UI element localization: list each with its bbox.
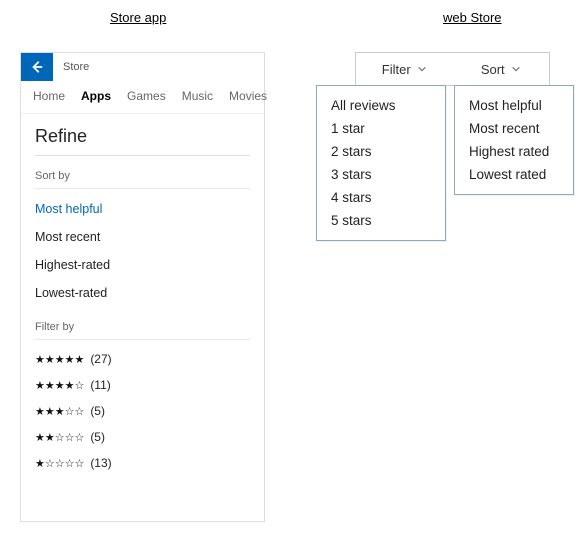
star-icon: ★★★☆☆ (35, 405, 84, 418)
filter-count: (11) (90, 378, 110, 392)
titlebar: Store (21, 53, 264, 81)
filter-menu-item[interactable]: All reviews (317, 94, 445, 117)
filter-menu-item[interactable]: 1 star (317, 117, 445, 140)
filter-option-4-star[interactable]: ★★★★☆ (11) (35, 372, 250, 398)
filter-by-label: Filter by (35, 321, 250, 340)
nav-tabs: Home Apps Games Music Movies (21, 81, 264, 114)
filter-button-label: Filter (382, 62, 411, 77)
filter-count: (27) (90, 352, 111, 366)
filter-option-3-star[interactable]: ★★★☆☆ (5) (35, 398, 250, 424)
sort-option[interactable]: Highest-rated (35, 251, 250, 279)
tab-home[interactable]: Home (33, 89, 65, 103)
sort-by-label: Sort by (35, 170, 250, 189)
star-icon: ★★★★☆ (35, 379, 84, 392)
filter-option-1-star[interactable]: ★☆☆☆☆ (13) (35, 450, 250, 476)
star-icon: ★★★★★ (35, 353, 84, 366)
filter-menu-item[interactable]: 3 stars (317, 163, 445, 186)
sort-dropdown: Most helpfulMost recentHighest ratedLowe… (454, 85, 574, 195)
filter-button[interactable]: Filter (356, 53, 453, 85)
back-arrow-icon (30, 60, 44, 74)
tab-games[interactable]: Games (127, 89, 166, 103)
tab-music[interactable]: Music (182, 89, 213, 103)
filter-count: (5) (90, 404, 105, 418)
sort-menu-item[interactable]: Most recent (455, 117, 573, 140)
filter-menu-item[interactable]: 4 stars (317, 186, 445, 209)
filter-count: (5) (90, 430, 105, 444)
sort-menu-item[interactable]: Highest rated (455, 140, 573, 163)
chevron-down-icon (511, 64, 521, 74)
tab-movies[interactable]: Movies (229, 89, 267, 103)
refine-title: Refine (35, 126, 250, 156)
store-app-panel: Store Home Apps Games Music Movies Refine So… (20, 52, 265, 522)
filter-menu-item[interactable]: 2 stars (317, 140, 445, 163)
star-icon: ★☆☆☆☆ (35, 457, 84, 470)
tab-apps[interactable]: Apps (81, 89, 111, 103)
window-title: Store (63, 61, 89, 73)
filter-dropdown: All reviews1 star2 stars3 stars4 stars5 … (316, 85, 446, 241)
sort-button[interactable]: Sort (453, 53, 550, 85)
filter-menu-item[interactable]: 5 stars (317, 209, 445, 232)
chevron-down-icon (417, 64, 427, 74)
sort-option[interactable]: Most recent (35, 223, 250, 251)
sort-button-label: Sort (481, 62, 505, 77)
web-store-toolbar: Filter Sort (355, 52, 550, 86)
filter-option-2-star[interactable]: ★★☆☆☆ (5) (35, 424, 250, 450)
sort-option[interactable]: Lowest-rated (35, 279, 250, 307)
filter-option-5-star[interactable]: ★★★★★ (27) (35, 346, 250, 372)
sort-option[interactable]: Most helpful (35, 195, 250, 223)
filter-count: (13) (90, 456, 111, 470)
star-icon: ★★☆☆☆ (35, 431, 84, 444)
heading-web-store: web Store (443, 10, 502, 25)
sort-menu-item[interactable]: Most helpful (455, 94, 573, 117)
sort-menu-item[interactable]: Lowest rated (455, 163, 573, 186)
heading-store-app: Store app (110, 10, 166, 25)
back-button[interactable] (21, 53, 53, 81)
